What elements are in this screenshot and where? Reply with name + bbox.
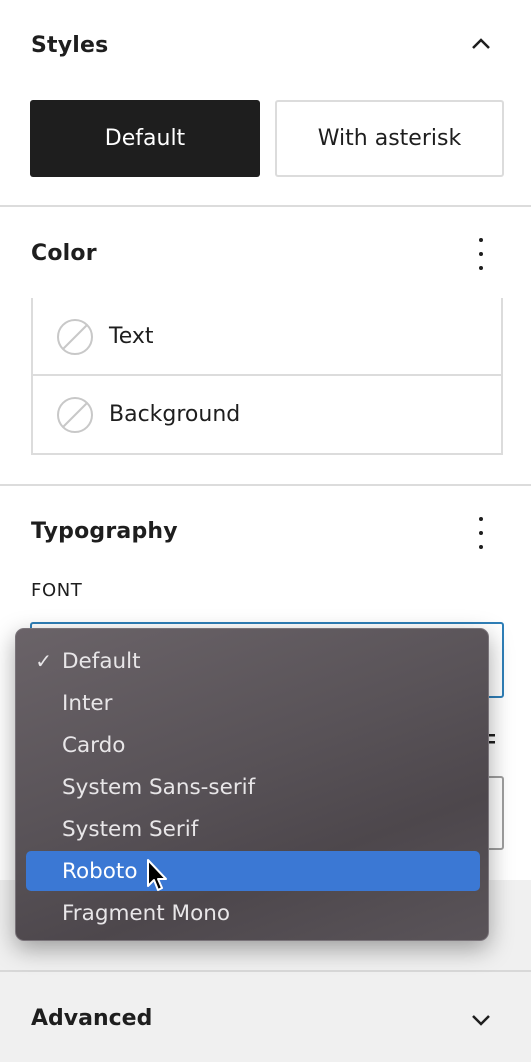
style-with-asterisk-button[interactable]: With asterisk [275,100,504,177]
checkmark-icon: ✓ [35,649,52,673]
typography-title: Typography [31,519,178,544]
chevron-down-icon[interactable] [470,1009,492,1031]
color-item-label: Text [109,324,154,349]
font-option-label: Cardo [62,732,126,758]
font-option-label: Roboto [62,858,138,884]
font-option-default[interactable]: ✓ Default [26,641,480,681]
font-option-fragment-mono[interactable]: Fragment Mono [26,893,480,933]
font-option-label: Inter [62,690,113,716]
font-option-roboto[interactable]: Roboto [26,851,480,891]
chevron-up-icon[interactable] [470,33,492,55]
font-option-label: System Sans-serif [62,774,256,800]
color-item-text[interactable]: Text [33,298,501,375]
divider [0,970,531,972]
color-list: Text Background [31,298,503,455]
font-option-cardo[interactable]: Cardo [26,725,480,765]
divider [0,484,531,486]
font-option-inter[interactable]: Inter [26,683,480,723]
style-default-button[interactable]: Default [30,100,260,177]
mouse-pointer-icon [147,859,167,891]
font-option-label: Fragment Mono [62,900,231,926]
typography-options-menu-icon[interactable] [477,517,485,549]
font-option-system-serif[interactable]: System Serif [26,809,480,849]
color-item-label: Background [109,402,241,427]
font-label: FONT [31,580,83,601]
font-option-label: Default [62,648,141,674]
block-settings-panel: Styles Default With asterisk Color Text … [0,0,531,1062]
color-options-menu-icon[interactable] [477,238,485,270]
font-option-system-sans-serif[interactable]: System Sans-serif [26,767,480,807]
styles-title: Styles [31,33,109,58]
font-dropdown-menu: ✓ Default Inter Cardo System Sans-serif … [15,628,489,941]
divider [0,205,531,207]
no-color-icon [57,396,93,433]
color-item-background[interactable]: Background [33,376,501,453]
color-title: Color [31,241,97,266]
font-option-label: System Serif [62,816,199,842]
advanced-title: Advanced [31,1006,153,1031]
no-color-icon [57,318,93,355]
